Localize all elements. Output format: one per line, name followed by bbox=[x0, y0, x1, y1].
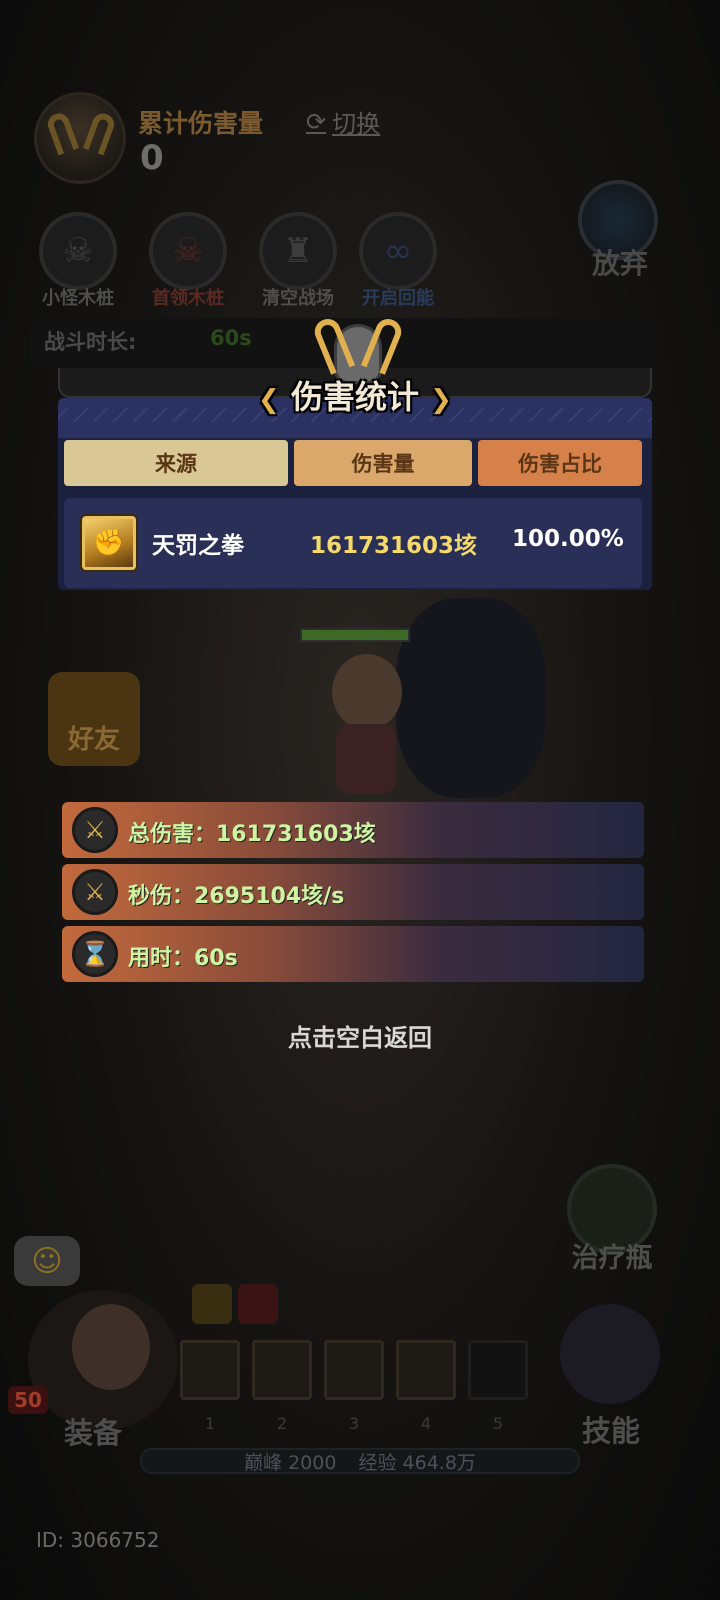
horn-icon bbox=[44, 110, 80, 156]
slot-number: 1 bbox=[204, 1414, 216, 1433]
switch-label: 切换 bbox=[332, 110, 381, 138]
clear-field-button[interactable]: ♜ 清空战场 bbox=[250, 212, 346, 310]
peak-level: 巅峰 2000 bbox=[244, 1452, 337, 1474]
level-badge: 50 bbox=[8, 1386, 48, 1414]
time-used-text: 用时：60s bbox=[128, 946, 238, 971]
skull-icon: ☠ bbox=[39, 212, 117, 290]
slot-number: 5 bbox=[492, 1414, 504, 1433]
hourglass-icon: ⌛ bbox=[72, 931, 118, 977]
cumulative-damage-title: 累计伤害量 bbox=[138, 109, 264, 138]
broom-icon: ♜ bbox=[259, 212, 337, 290]
skill-slot[interactable] bbox=[324, 1340, 384, 1400]
skill-slot[interactable] bbox=[252, 1340, 312, 1400]
boss-avatar bbox=[34, 92, 126, 184]
column-header-source: 来源 bbox=[64, 440, 288, 486]
panel-title-text: 伤害统计 bbox=[290, 378, 419, 416]
energy-regen-button[interactable]: ∞ 开启回能 bbox=[350, 212, 446, 310]
abandon-label: 放弃 bbox=[591, 247, 648, 280]
row-source: 天罚之拳 bbox=[152, 533, 244, 559]
friend-button[interactable]: 好友 bbox=[48, 672, 140, 766]
slot-number: 2 bbox=[276, 1414, 288, 1433]
total-damage-bar: ⚔ 总伤害：161731603垓 bbox=[62, 802, 644, 858]
helmet-medal-icon: ⚔ bbox=[72, 807, 118, 853]
abandon-button[interactable]: 放弃 bbox=[578, 180, 662, 282]
buff-icon[interactable] bbox=[238, 1284, 278, 1324]
dps-text: 秒伤：2695104垓/s bbox=[128, 884, 345, 909]
buff-icon[interactable] bbox=[192, 1284, 232, 1324]
horn-icon bbox=[82, 110, 118, 156]
skill-slot[interactable] bbox=[396, 1340, 456, 1400]
infinity-icon: ∞ bbox=[359, 212, 437, 290]
tap-to-return-hint[interactable]: 点击空白返回 bbox=[0, 1018, 720, 1053]
column-header-damage: 伤害量 bbox=[294, 440, 472, 486]
skill-slot[interactable] bbox=[180, 1340, 240, 1400]
hero-character bbox=[300, 598, 546, 808]
helmet-medal-icon: ⚔ bbox=[72, 869, 118, 915]
row-share: 100.00% bbox=[512, 526, 624, 552]
boss-dummy-button[interactable]: ☠ 首领木桩 bbox=[140, 212, 236, 310]
time-used-bar: ⌛ 用时：60s bbox=[62, 926, 644, 982]
panel-title: ❮ 伤害统计 ❯ bbox=[240, 372, 470, 418]
slot-number: 4 bbox=[420, 1414, 432, 1433]
cumulative-damage-value: 0 bbox=[140, 138, 164, 178]
hero-body bbox=[336, 724, 396, 794]
skill-slot-empty[interactable] bbox=[468, 1340, 528, 1400]
switch-button[interactable]: ⟳ 切换 bbox=[306, 104, 380, 139]
boss-skull-icon: ☠ bbox=[149, 212, 227, 290]
total-damage-text: 总伤害：161731603垓 bbox=[128, 822, 376, 847]
dps-bar: ⚔ 秒伤：2695104垓/s bbox=[62, 864, 644, 920]
tool-label: 清空战场 bbox=[262, 288, 334, 309]
column-header-share: 伤害占比 bbox=[478, 440, 642, 486]
experience-text: 巅峰 2000 经验 464.8万 bbox=[0, 1448, 720, 1475]
skill-book-icon[interactable] bbox=[560, 1304, 660, 1404]
fist-skill-icon: ✊ bbox=[82, 516, 136, 570]
hero-head bbox=[332, 654, 402, 730]
boss-silhouette bbox=[396, 598, 546, 798]
slot-number: 3 bbox=[348, 1414, 360, 1433]
hero-health-bar bbox=[300, 628, 410, 642]
refresh-icon: ⟳ bbox=[306, 107, 327, 136]
hero-portrait bbox=[72, 1304, 150, 1390]
experience-value: 经验 464.8万 bbox=[358, 1452, 476, 1474]
battle-duration-label: 战斗时长: bbox=[44, 330, 137, 354]
equip-avatar-button[interactable] bbox=[28, 1290, 178, 1430]
equip-label[interactable]: 装备 bbox=[64, 1410, 122, 1452]
laurel-right-icon: ❯ bbox=[430, 385, 452, 415]
tool-label: 小怪木桩 bbox=[42, 288, 114, 309]
tool-label: 开启回能 bbox=[362, 288, 434, 309]
minion-dummy-button[interactable]: ☠ 小怪木桩 bbox=[30, 212, 126, 310]
heal-potion-button[interactable]: 治疗瓶 bbox=[562, 1164, 662, 1275]
laurel-left-icon: ❮ bbox=[258, 385, 280, 415]
potion-label: 治疗瓶 bbox=[571, 1243, 653, 1274]
tool-label: 首领木桩 bbox=[152, 288, 224, 309]
skill-label[interactable]: 技能 bbox=[582, 1408, 640, 1450]
row-damage: 161731603垓 bbox=[310, 533, 478, 559]
chat-emoji-button[interactable]: ☺ bbox=[14, 1236, 80, 1286]
battle-duration-value: 60s bbox=[210, 326, 252, 350]
player-id: ID: 3066752 bbox=[36, 1528, 160, 1552]
table-row: ✊ 天罚之拳 161731603垓 100.00% bbox=[64, 498, 642, 588]
